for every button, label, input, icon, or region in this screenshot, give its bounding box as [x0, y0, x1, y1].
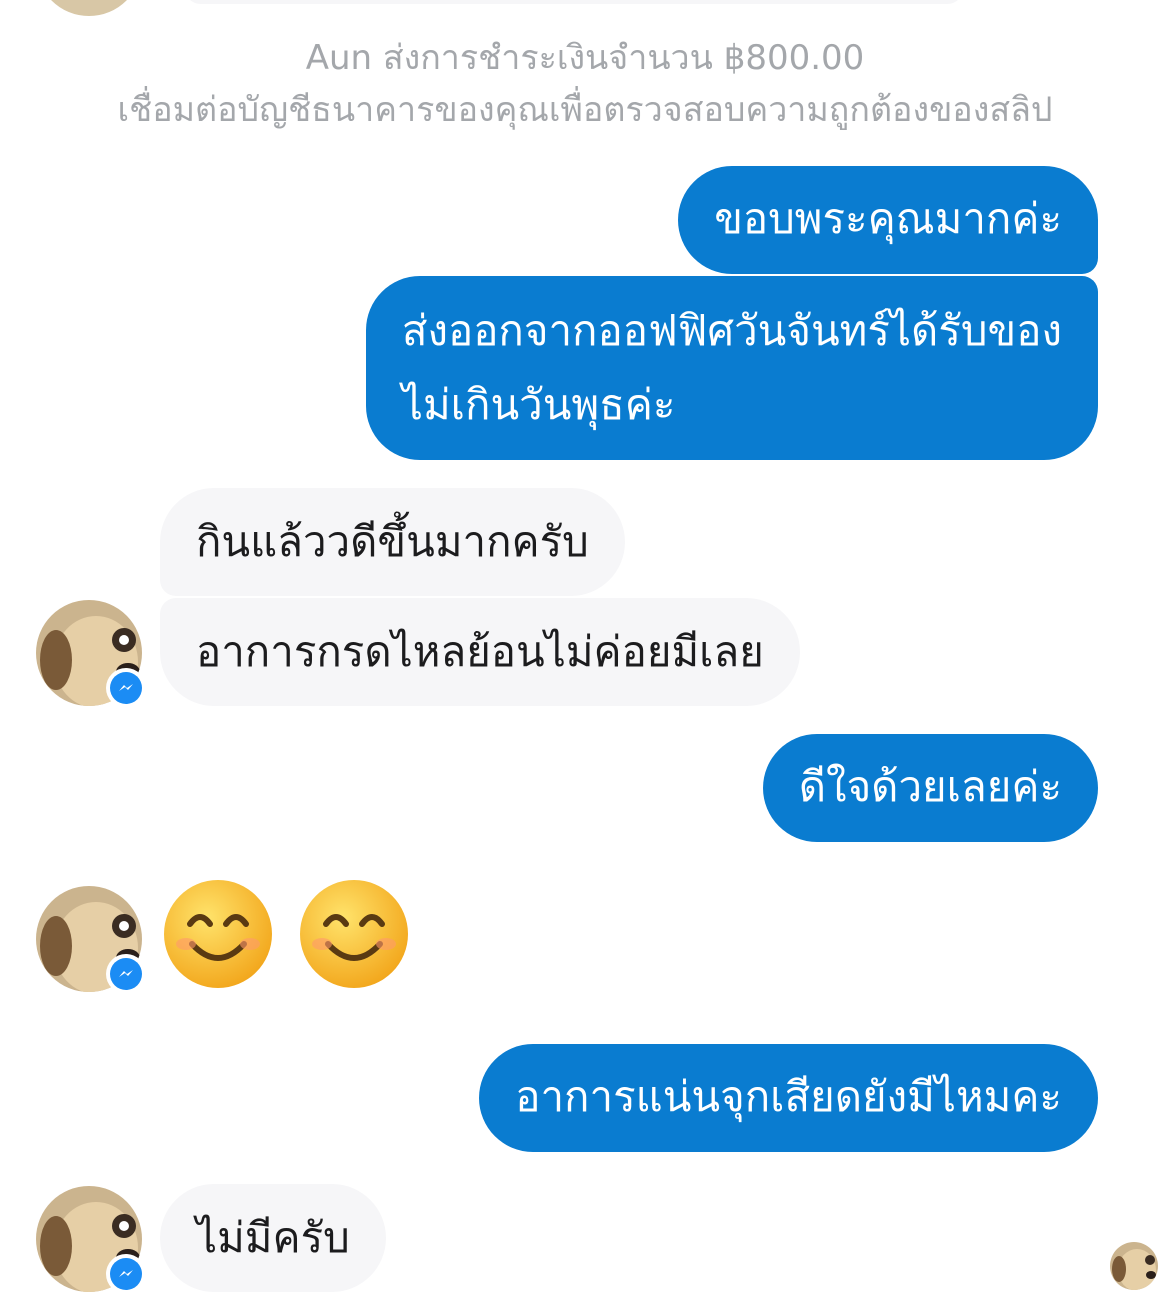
message-text: อาการกรดไหลย้อนไม่ค่อยมีเลย [196, 627, 764, 676]
message-text: ขอบพระคุณมากค่ะ [714, 194, 1062, 243]
messenger-badge [106, 668, 146, 708]
smiling-face-icon[interactable] [298, 878, 410, 990]
message-text: อาการแน่นจุกเสียดยังมีไหมคะ [515, 1072, 1062, 1121]
messenger-badge [106, 954, 146, 994]
outgoing-message[interactable]: ส่งออกจากออฟฟิศวันจันทร์ได้รับของ ไม่เกิ… [365, 276, 1098, 460]
message-text: กินแล้ววดีขึ้นมากครับ [196, 517, 589, 566]
payment-notice: Aun ส่งการชำระเงินจำนวน ฿800.00 [305, 38, 865, 78]
smiling-face-icon[interactable] [162, 878, 274, 990]
message-text-line: ส่งออกจากออฟฟิศวันจันทร์ได้รับของ [401, 306, 1062, 355]
messenger-icon [119, 970, 133, 977]
messenger-icon [119, 684, 133, 691]
outgoing-message[interactable]: ขอบพระคุณมากค่ะ [678, 166, 1098, 274]
dog-avatar-icon [1110, 1242, 1158, 1290]
sender-avatar[interactable] [36, 600, 146, 708]
messenger-badge [106, 1254, 146, 1294]
previous-message-bubble [184, 0, 964, 4]
sender-avatar[interactable] [36, 886, 146, 994]
outgoing-message[interactable]: ดีใจด้วยเลยค่ะ [762, 734, 1098, 842]
sender-avatar[interactable] [36, 1186, 146, 1294]
message-text-line: ไม่เกินวันพุธค่ะ [401, 380, 676, 429]
message-text: ไม่มีครับ [196, 1213, 350, 1262]
messenger-icon [119, 1270, 133, 1277]
outgoing-message[interactable]: อาการแน่นจุกเสียดยังมีไหมคะ [479, 1044, 1098, 1152]
sender-avatar[interactable] [36, 0, 142, 16]
message-text: ดีใจด้วยเลยค่ะ [798, 762, 1062, 811]
verify-slip-notice[interactable]: เชื่อมต่อบัญชีธนาคารของคุณเพื่อตรวจสอบคว… [0, 90, 1170, 130]
incoming-message[interactable]: ไม่มีครับ [160, 1184, 386, 1292]
incoming-message[interactable]: อาการกรดไหลย้อนไม่ค่อยมีเลย [160, 598, 800, 706]
read-receipt-avatar [1110, 1242, 1158, 1290]
incoming-message[interactable]: กินแล้ววดีขึ้นมากครับ [160, 488, 625, 596]
